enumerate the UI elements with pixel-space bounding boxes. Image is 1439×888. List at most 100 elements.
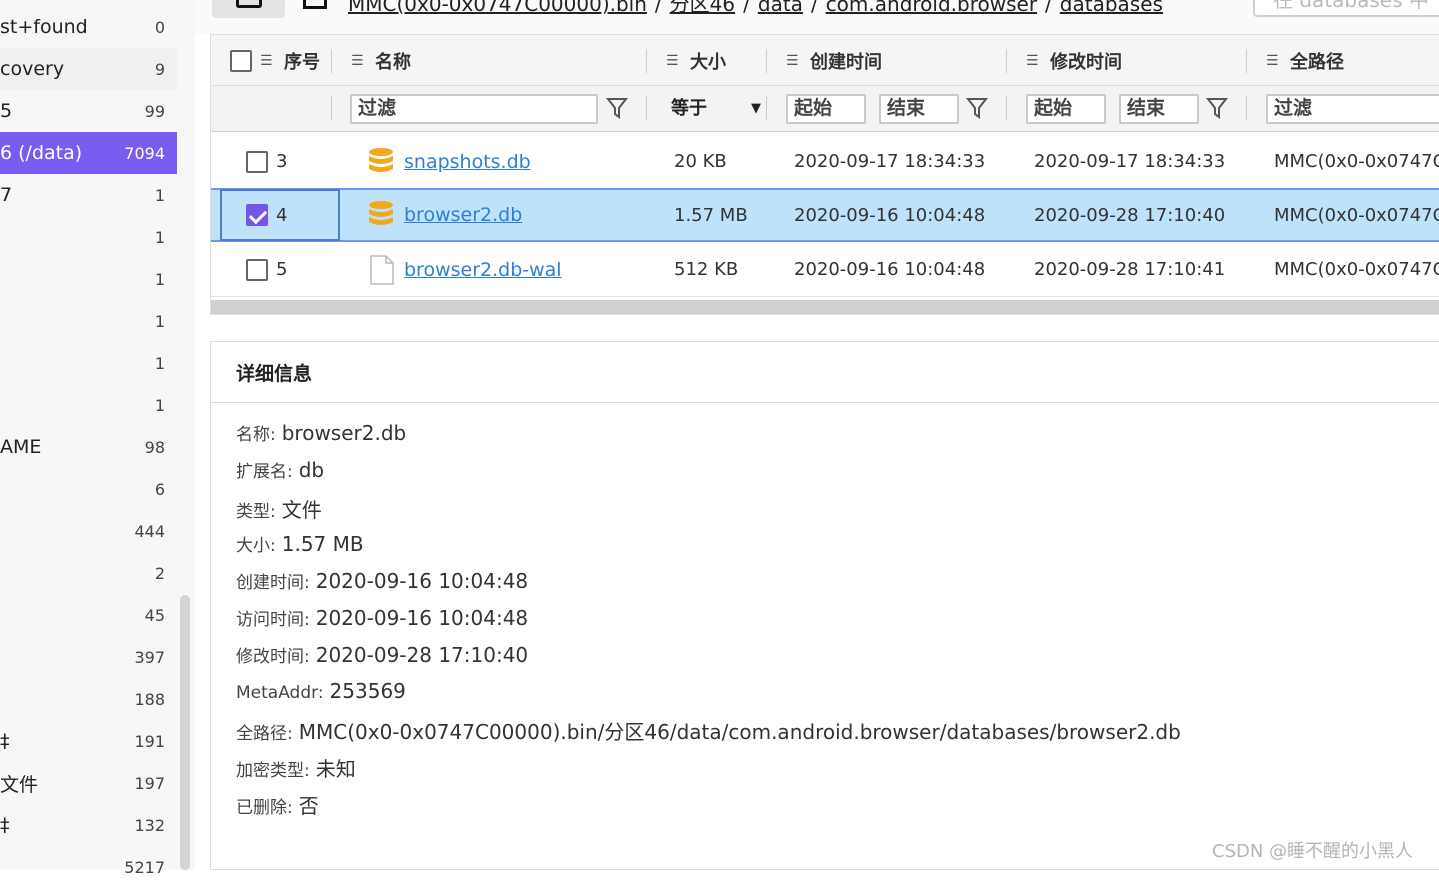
column-menu-icon[interactable]: ☰ bbox=[666, 53, 680, 69]
breadcrumb-segment[interactable]: com.android.browser bbox=[826, 0, 1037, 16]
column-menu-icon[interactable]: ☰ bbox=[1266, 53, 1280, 69]
search-input[interactable]: 在 databases 中 bbox=[1253, 0, 1439, 17]
tree-item[interactable]: 文件 197 bbox=[0, 762, 177, 804]
tree-item-count: 2 bbox=[154, 563, 165, 583]
filter-icon[interactable] bbox=[1206, 96, 1228, 120]
detail-key: 扩展名: bbox=[236, 462, 293, 482]
detail-field: 全路径: MMC(0x0-0x0747C00000).bin/分区46/data/… bbox=[236, 716, 1181, 745]
tree-item[interactable]: 1 bbox=[0, 384, 177, 426]
name-cell: browser2.db bbox=[368, 190, 522, 240]
back-button[interactable] bbox=[212, 0, 285, 18]
row-checkbox-checked[interactable] bbox=[246, 204, 268, 226]
tree-item[interactable]: 1 bbox=[0, 216, 177, 258]
path-cell: MMC(0x0-0x0747C bbox=[1274, 259, 1439, 280]
detail-value: 253569 bbox=[329, 679, 406, 703]
column-header-path[interactable]: 全路径 bbox=[1290, 48, 1344, 74]
tree-item-count: 1 bbox=[154, 353, 165, 373]
file-name-link[interactable]: snapshots.db bbox=[404, 151, 531, 173]
column-header-size[interactable]: 大小 bbox=[690, 48, 726, 74]
table-row[interactable]: 5 browser2.db-wal 512 KB 2020-09-16 10:0… bbox=[211, 243, 1439, 297]
tree-item[interactable]: 2 bbox=[0, 552, 177, 594]
detail-field: 名称: browser2.db bbox=[236, 420, 406, 445]
tree-item[interactable]: 397 bbox=[0, 636, 177, 678]
tree-item[interactable]: ‡ 191 bbox=[0, 720, 177, 762]
table-row-selected[interactable]: 4 browser2.db 1.57 MB 2020-09-16 10:04:4… bbox=[211, 188, 1439, 242]
column-menu-icon[interactable]: ☰ bbox=[260, 53, 274, 69]
detail-value: 2020-09-16 10:04:48 bbox=[315, 606, 529, 630]
file-name-link[interactable]: browser2.db bbox=[404, 204, 522, 226]
detail-key: 加密类型: bbox=[236, 761, 310, 781]
tree-item-count: 132 bbox=[134, 815, 165, 835]
column-menu-icon[interactable]: ☰ bbox=[1026, 53, 1040, 69]
tree-item[interactable]: 6 bbox=[0, 468, 177, 510]
filter-icon[interactable] bbox=[966, 96, 988, 120]
column-header-modified-cell: ☰ 修改时间 bbox=[1026, 35, 1122, 86]
breadcrumb-segment[interactable]: data bbox=[758, 0, 803, 16]
column-header-name[interactable]: 名称 bbox=[375, 48, 411, 74]
modified-cell: 2020-09-28 17:10:41 bbox=[1034, 259, 1226, 280]
seq-cell: 3 bbox=[246, 135, 287, 188]
size-operator-select[interactable]: 等于 ▼ bbox=[671, 94, 761, 124]
tree-item[interactable]: 1 bbox=[0, 258, 177, 300]
column-menu-icon[interactable]: ☰ bbox=[351, 53, 365, 69]
detail-value: 文件 bbox=[281, 498, 322, 522]
name-filter-input[interactable]: 过滤 bbox=[350, 94, 598, 124]
column-header-name-cell: ☰ 名称 bbox=[351, 35, 411, 86]
created-start-input[interactable]: 起始 bbox=[786, 94, 866, 124]
modified-end-input[interactable]: 结束 bbox=[1119, 94, 1199, 124]
tree-item-count: 9 bbox=[154, 59, 165, 79]
grid-header: ☰ 序号 ☰ 名称 ☰ 大小 ☰ 创建时间 ☰ 修改时间 ☰ 全路径 bbox=[211, 35, 1439, 86]
tree-item[interactable]: 71 bbox=[0, 174, 177, 216]
detail-value: 2020-09-28 17:10:40 bbox=[315, 643, 529, 667]
tree-item-selected[interactable]: 6 (/data) 7094 bbox=[0, 132, 177, 174]
tree-item-count: 197 bbox=[134, 773, 165, 793]
file-name-link[interactable]: browser2.db-wal bbox=[404, 259, 562, 281]
tree-item[interactable]: st+found 0 bbox=[0, 6, 177, 48]
tree-item[interactable]: 5217 bbox=[0, 846, 177, 888]
detail-field: 已删除: 否 bbox=[236, 790, 319, 819]
tree-item[interactable]: ‡ 132 bbox=[0, 804, 177, 846]
tree-item[interactable]: 1 bbox=[0, 342, 177, 384]
column-header-seq[interactable]: 序号 bbox=[284, 48, 320, 74]
tree-item-label: ‡ bbox=[0, 730, 10, 752]
file-grid: ☰ 序号 ☰ 名称 ☰ 大小 ☰ 创建时间 ☰ 修改时间 ☰ 全路径 过滤 等于 ▼ 起始 结… bbox=[210, 34, 1439, 315]
select-all-checkbox[interactable] bbox=[230, 49, 252, 72]
tree-item-label: AME bbox=[0, 436, 42, 458]
created-end-input[interactable]: 结束 bbox=[879, 94, 959, 124]
details-panel: 详细信息 名称: browser2.db 扩展名: db 类型: 文件 大小: 1.57… bbox=[210, 341, 1439, 870]
detail-key: 修改时间: bbox=[236, 647, 310, 667]
tree-item[interactable]: AME 98 bbox=[0, 426, 177, 468]
detail-value: MMC(0x0-0x0747C00000).bin/分区46/data/com.… bbox=[298, 720, 1181, 744]
tree-item[interactable]: 188 bbox=[0, 678, 177, 720]
column-header-created-cell: ☰ 创建时间 bbox=[786, 35, 882, 86]
breadcrumb-segment[interactable]: databases bbox=[1060, 0, 1163, 16]
detail-field: 创建时间: 2020-09-16 10:04:48 bbox=[236, 568, 528, 593]
detail-field: 大小: 1.57 MB bbox=[236, 531, 364, 556]
breadcrumb-segment[interactable]: 分区46 bbox=[670, 0, 735, 16]
tree-item[interactable]: covery 9 bbox=[0, 48, 177, 90]
modified-cell: 2020-09-28 17:10:40 bbox=[1034, 204, 1226, 226]
column-header-created[interactable]: 创建时间 bbox=[810, 48, 882, 74]
breadcrumb-segment[interactable]: MMC(0x0-0x0747C00000).bin bbox=[348, 0, 647, 16]
tree-item[interactable]: 5 99 bbox=[0, 90, 177, 132]
row-checkbox[interactable] bbox=[246, 258, 268, 281]
path-filter-input[interactable]: 过滤 bbox=[1266, 94, 1439, 124]
grid-horizontal-scrollbar[interactable] bbox=[211, 300, 1439, 314]
detail-key: 全路径: bbox=[236, 724, 293, 744]
tree-item-count: 99 bbox=[144, 101, 165, 121]
created-cell: 2020-09-16 10:04:48 bbox=[794, 259, 986, 280]
tree-item[interactable]: 45 bbox=[0, 594, 177, 636]
column-menu-icon[interactable]: ☰ bbox=[786, 53, 800, 69]
tree-item-label: 5 bbox=[0, 100, 13, 122]
tree-item-count: 1 bbox=[154, 185, 165, 205]
seq-cell: 5 bbox=[246, 243, 287, 296]
filter-icon[interactable] bbox=[606, 96, 628, 120]
column-header-modified[interactable]: 修改时间 bbox=[1050, 48, 1122, 74]
row-seq: 5 bbox=[276, 259, 288, 280]
modified-start-input[interactable]: 起始 bbox=[1026, 94, 1106, 124]
tree-item[interactable]: 444 bbox=[0, 510, 177, 552]
tree-item[interactable]: 1 bbox=[0, 300, 177, 342]
table-row[interactable]: 3 snapshots.db 20 KB 2020-09-17 18:34:33… bbox=[211, 135, 1439, 189]
row-checkbox[interactable] bbox=[246, 150, 268, 173]
sidebar-scrollbar[interactable] bbox=[180, 595, 190, 870]
